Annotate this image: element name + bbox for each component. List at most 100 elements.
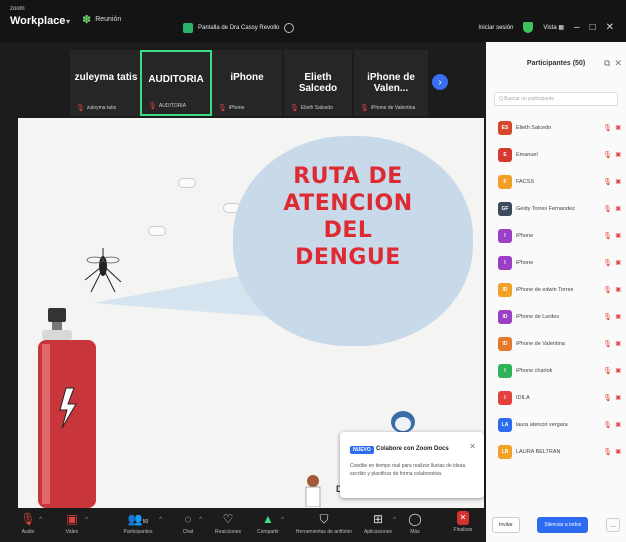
view-button[interactable]: Vista ▦ [543,24,564,31]
mic-muted-icon[interactable]: 🎙 [603,178,612,186]
mic-muted-icon[interactable]: 🎙 [603,313,612,321]
mic-muted-icon[interactable]: 🎙 [603,448,612,456]
participant-row[interactable]: LA laura atencio vergara 🎙 ▣ [486,411,626,438]
end-label: Finalizar [453,527,473,533]
participant-row[interactable]: IiPhone charlok 🎙 ▣ [486,357,626,384]
video-off-icon[interactable]: ▣ [615,205,621,212]
participant-row[interactable]: F FACSS 🎙 ▣ [486,168,626,195]
thumbnail-tile[interactable]: Elieth Salcedo 🎙 Elieth Salcedo [284,50,352,116]
popout-icon[interactable]: ⧉ [604,58,610,69]
participants-button[interactable]: 👥50 Participantes ^ [108,511,168,535]
participant-name: Elieth Salcedo [516,124,552,131]
participant-row[interactable]: GF Geidy Torres Fernandez 🎙 ▣ [486,195,626,222]
cloud-decoration [148,226,166,236]
mic-muted-icon[interactable]: 🎙 [603,340,612,348]
video-off-icon[interactable]: ▣ [615,151,621,158]
chevron-up-icon[interactable]: ^ [281,517,284,523]
chevron-up-icon[interactable]: ^ [39,517,42,523]
participant-row[interactable]: ES Elieth Salcedo 🎙 ▣ [486,114,626,141]
end-meeting-button[interactable]: ✕ Finalizar [448,511,478,533]
share-button[interactable]: ▲ Compartir ^ [246,511,290,535]
search-input[interactable]: Q Buscar un participante [494,92,618,106]
video-off-icon[interactable]: ▣ [615,394,621,401]
apps-button[interactable]: ⊞ Aplicaciones ^ [354,511,402,535]
video-off-icon[interactable]: ▣ [615,448,621,455]
close-icon: ✕ [457,511,469,525]
participant-row[interactable]: IiPhone 🎙 ▣ [486,249,626,276]
avatar: ID [498,309,512,324]
participant-row[interactable]: ID iPhone de Valentina 🎙 ▣ [486,330,626,357]
chat-button[interactable]: ◌ Chat ^ [168,511,208,535]
thumbnail-tile[interactable]: zuleyma tatis 🎙 zuleyma tatis [70,50,142,116]
chevron-down-icon[interactable]: ▾ [66,17,70,26]
app-brand[interactable]: zoom Workplace [10,6,65,28]
mic-muted-icon[interactable]: 🎙 [603,367,612,375]
close-icon[interactable]: ✕ [606,22,614,33]
more-options-button[interactable]: ... [606,518,620,532]
audio-button[interactable]: 🎙 Audio ^ [8,511,48,535]
avatar: ES [498,120,512,135]
thumbnail-tile-active[interactable]: AUDITORIA 🎙 AUDITORIA [140,50,212,116]
maximize-icon[interactable]: □ [590,22,596,33]
video-off-icon[interactable]: ▣ [615,313,621,320]
next-page-icon[interactable]: › [432,74,448,90]
thumbnail-tile[interactable]: iPhone 🎙 iPhone [212,50,282,116]
screen-share-indicator[interactable]: Pantalla de Dra Cassy Revollo [183,23,295,33]
video-off-icon[interactable]: ▣ [615,178,621,185]
chevron-up-icon[interactable]: ^ [85,517,88,523]
panel-actions: ⧉ ✕ [604,58,622,69]
mute-all-button[interactable]: Silenciar a todos [537,517,589,533]
mic-muted-icon[interactable]: 🎙 [603,151,612,159]
meeting-indicator[interactable]: ✽ Reunión [82,13,121,26]
video-off-icon[interactable]: ▣ [615,340,621,347]
close-icon[interactable]: ✕ [614,58,622,69]
video-off-icon[interactable]: ▣ [615,286,621,293]
mic-muted-icon: 🎙 [148,103,157,110]
video-off-icon[interactable]: ▣ [615,367,621,374]
reactions-button[interactable]: ♡ Reacciones [206,511,250,535]
invite-button[interactable]: Invitar [492,517,520,533]
host-tools-button[interactable]: ⛉ Herramientas de anfitrión [292,511,356,535]
security-shield-icon[interactable] [523,22,534,33]
mic-muted-icon: 🎙 [20,512,36,526]
meeting-label: Reunión [95,16,122,23]
avatar: I [498,390,512,405]
participant-row[interactable]: ID iPhone de edwin Torres 🎙 ▣ [486,276,626,303]
participant-row[interactable]: I IDILA 🎙 ▣ [486,384,626,411]
chevron-up-icon[interactable]: ^ [393,517,396,523]
mic-muted-icon[interactable]: 🎙 [603,232,612,240]
participant-row[interactable]: IiPhone 🎙 ▣ [486,222,626,249]
mic-muted-icon[interactable]: 🎙 [603,259,612,267]
share-screen-icon [183,23,193,33]
close-icon[interactable]: ✕ [469,442,476,451]
share-options-icon[interactable] [284,23,295,33]
video-off-icon[interactable]: ▣ [615,232,621,239]
zoom-docs-notification[interactable]: NUEVO Colabore con Zoom Docs ✕ Coedite e… [340,432,484,498]
more-button[interactable]: ◯ Más [398,511,432,535]
thumbnail-tile[interactable]: iPhone de Valen... 🎙 iPhone de Valentina [354,50,428,116]
signin-link[interactable]: Iniciar sesión [478,25,513,31]
mic-muted-icon[interactable]: 🎙 [603,205,612,213]
participant-row[interactable]: LB LAURA BELTRAN 🎙 ▣ [486,438,626,465]
avatar: LB [498,444,512,459]
video-off-icon[interactable]: ▣ [615,259,621,266]
avatar: GF [498,201,512,216]
mic-muted-icon[interactable]: 🎙 [603,394,612,402]
video-button[interactable]: ▣ Video ^ [50,511,94,535]
video-off-icon[interactable]: ▣ [615,421,621,428]
mic-muted-icon[interactable]: 🎙 [603,124,612,132]
mic-muted-icon[interactable]: 🎙 [603,421,612,429]
reactions-label: Reacciones [214,529,242,535]
video-off-icon[interactable]: ▣ [615,124,621,131]
participant-row[interactable]: ID iPhone de Lurdes 🎙 ▣ [486,303,626,330]
share-label: Pantalla de Dra Cassy Revollo [198,25,280,31]
minimize-icon[interactable]: – [574,22,580,33]
host-tools-label: Herramientas de anfitrión [295,529,353,535]
chevron-up-icon[interactable]: ^ [159,517,162,523]
mic-muted-icon[interactable]: 🎙 [603,286,612,294]
participant-row[interactable]: E Emanuel 🎙 ▣ [486,141,626,168]
mosquito-illustration [84,248,122,293]
chevron-up-icon[interactable]: ^ [199,517,202,523]
thumbnail-name: AUDITORIA [148,74,204,85]
avatar: ID [498,282,512,297]
